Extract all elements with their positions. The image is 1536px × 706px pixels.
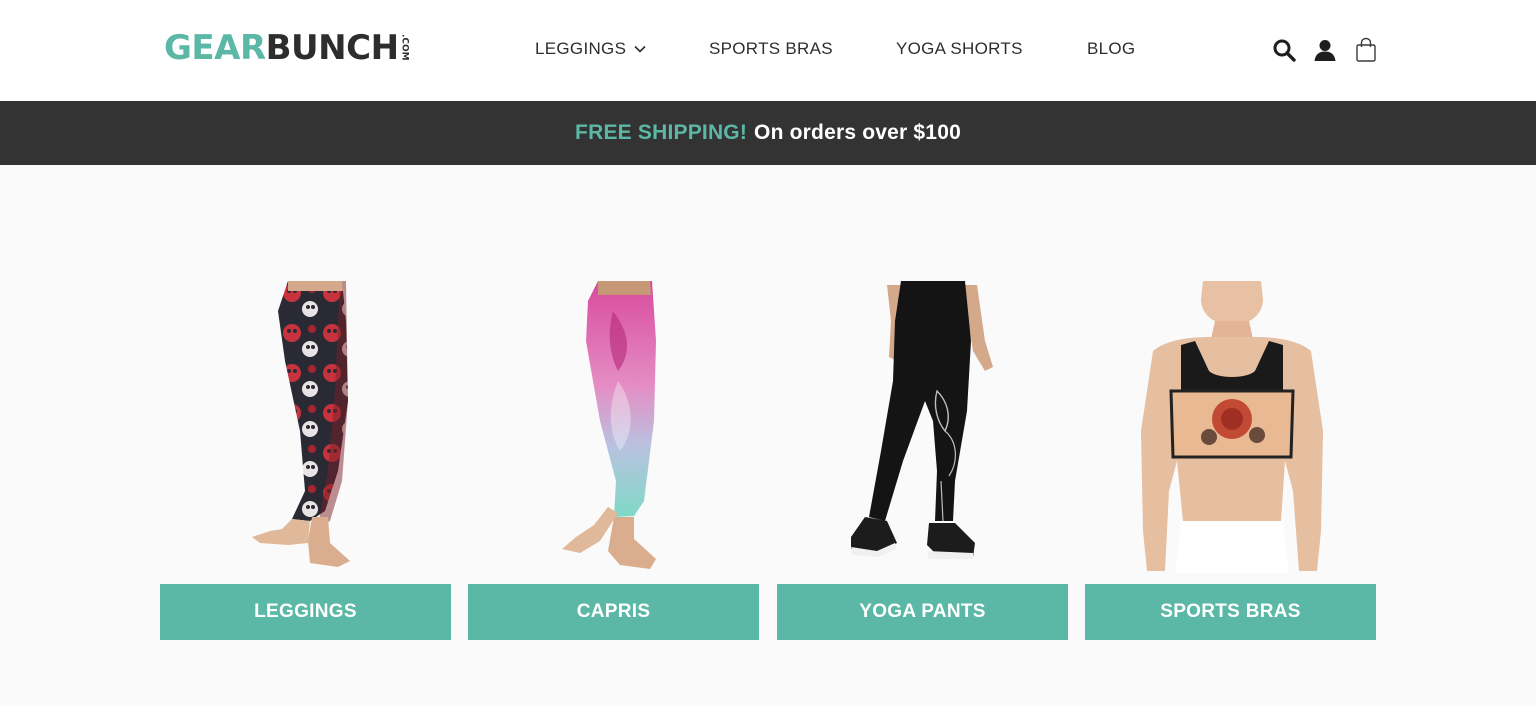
category-button-yoga-pants[interactable]: YOGA PANTS <box>777 584 1068 640</box>
leggings-product-image[interactable] <box>160 281 451 573</box>
category-button-sports-bras[interactable]: SPORTS BRAS <box>1085 584 1376 640</box>
nav-item-blog[interactable]: BLOG <box>1087 38 1135 60</box>
category-card-capris: CAPRIS <box>468 281 759 640</box>
account-icon[interactable] <box>1312 37 1338 63</box>
category-grid: LEGGINGS CAPRIS YOGA PANTS SPORTS BRAS <box>160 281 1376 641</box>
promo-banner: FREE SHIPPING! On orders over $100 <box>0 101 1536 165</box>
cart-bag-icon[interactable] <box>1353 37 1379 63</box>
header-icons <box>1271 37 1381 63</box>
category-card-yoga-pants: YOGA PANTS <box>777 281 1068 640</box>
capris-product-image[interactable] <box>468 281 759 573</box>
yoga-pants-product-image[interactable] <box>777 281 1068 573</box>
nav-item-sports-bras[interactable]: SPORTS BRAS <box>709 38 833 60</box>
category-button-capris[interactable]: CAPRIS <box>468 584 759 640</box>
sports-bras-product-image[interactable] <box>1085 281 1376 573</box>
category-card-sports-bras: SPORTS BRAS <box>1085 281 1376 640</box>
promo-highlight: FREE SHIPPING! <box>575 121 748 144</box>
nav-item-label: LEGGINGS <box>535 39 627 58</box>
category-button-leggings[interactable]: LEGGINGS <box>160 584 451 640</box>
search-icon[interactable] <box>1271 37 1297 63</box>
promo-text: On orders over $100 <box>754 121 961 144</box>
nav-item-leggings[interactable]: LEGGINGS <box>535 38 646 60</box>
site-header: GEAR BUNCH .COM LEGGINGS SPORTS BRAS YOG… <box>0 0 1536 101</box>
nav-item-yoga-shorts[interactable]: YOGA SHORTS <box>896 38 1023 60</box>
category-card-leggings: LEGGINGS <box>160 281 451 640</box>
chevron-down-icon <box>634 45 646 53</box>
